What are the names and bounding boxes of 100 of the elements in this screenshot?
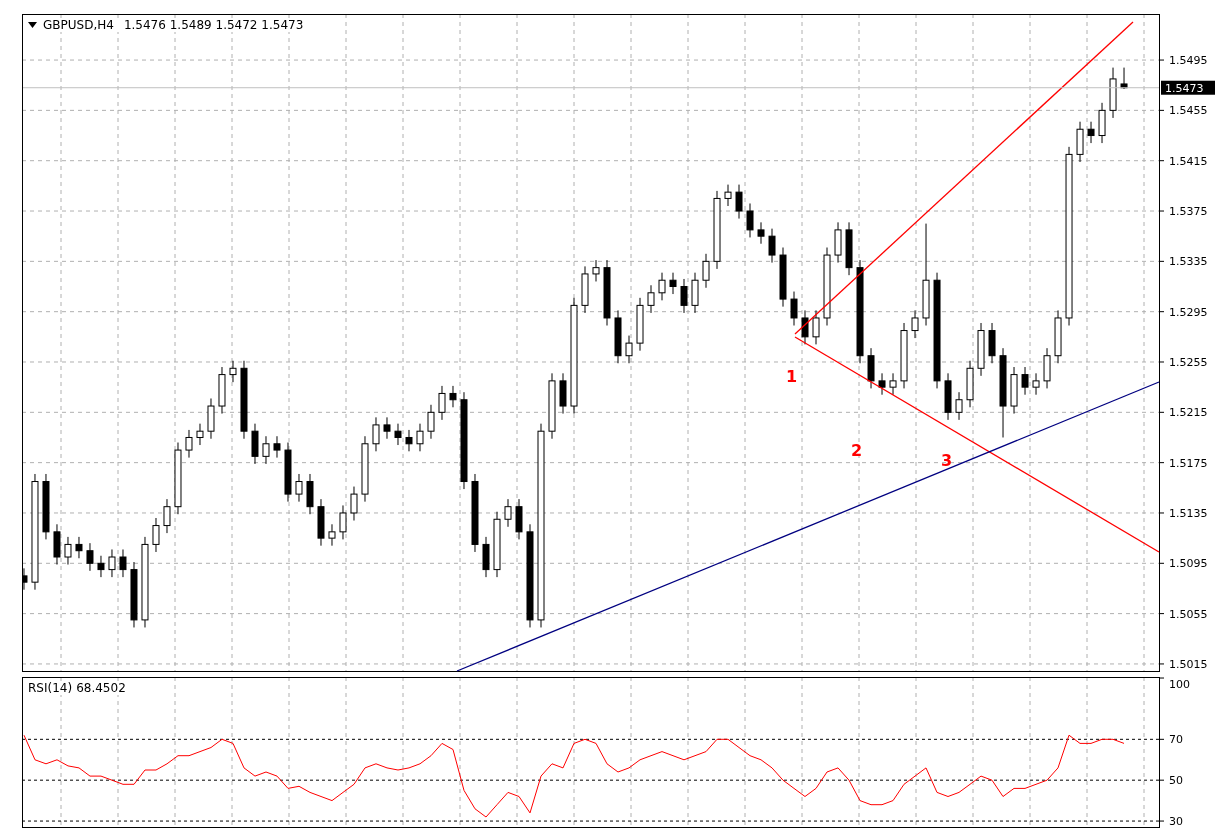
axis-tick-label: 1.5055 (1169, 607, 1208, 621)
indicator-value: 68.4502 (76, 681, 126, 695)
candlestick (625, 335, 633, 364)
candlestick (438, 385, 446, 421)
axis-tick-label: 1.5295 (1169, 305, 1208, 319)
candlestick (75, 536, 83, 559)
candlestick (581, 265, 589, 314)
candlestick (273, 435, 281, 459)
candlestick (735, 184, 743, 220)
candlestick (790, 291, 798, 326)
axis-tick-label: 1.5175 (1169, 456, 1208, 470)
candlestick (658, 272, 666, 301)
current-price-label: 1.5473 (1161, 80, 1215, 95)
candlestick (207, 398, 215, 440)
axis-tick-label: 1.5215 (1169, 406, 1208, 420)
candlestick (97, 555, 105, 578)
candlestick (889, 372, 897, 396)
candlestick (372, 416, 380, 452)
candlestick (482, 536, 490, 578)
dropdown-triangle-icon[interactable] (28, 22, 37, 28)
candlestick (383, 416, 391, 440)
candlestick (251, 423, 259, 465)
candlestick (592, 259, 600, 282)
price-quote: 1.5476 1.5489 1.5472 1.5473 (123, 18, 304, 32)
candlestick (361, 435, 369, 503)
candlestick (295, 473, 303, 503)
candlestick (119, 548, 127, 578)
candlestick (559, 372, 567, 415)
candlestick (42, 473, 50, 540)
candlestick (1120, 67, 1128, 90)
candlestick (427, 404, 435, 440)
candlestick (680, 278, 688, 314)
candlestick (746, 202, 754, 238)
candlestick (977, 322, 985, 377)
candlestick (1098, 102, 1106, 144)
axis-tick-label: 50 (1169, 774, 1183, 788)
axis-tick-label: 1.5135 (1169, 506, 1208, 520)
axis-tick-label: 1.5095 (1169, 557, 1208, 571)
candlestick (22, 567, 28, 591)
candlestick (130, 561, 138, 628)
candlestick (1087, 121, 1095, 144)
axis-tick-label: 1.5495 (1169, 54, 1208, 68)
candlestick (1021, 366, 1029, 396)
candlestick (339, 504, 347, 540)
candlestick (163, 498, 171, 534)
candlestick (911, 309, 919, 339)
candlestick (64, 536, 72, 566)
candlestick (86, 542, 94, 572)
candlestick (306, 473, 314, 515)
candlestick (988, 322, 996, 364)
candlestick (878, 372, 886, 396)
candlestick (350, 486, 358, 521)
candlestick (834, 221, 842, 264)
candlestick (152, 517, 160, 553)
axis-tick-label: 1.5335 (1169, 255, 1208, 269)
candlestick (493, 511, 501, 578)
candlestick (1043, 347, 1051, 389)
candlestick (108, 548, 116, 578)
axis-tick-label: 1.5455 (1169, 104, 1208, 118)
candlestick (801, 309, 809, 345)
candlestick (1076, 121, 1084, 163)
axis-tick-label: 1.5015 (1169, 657, 1208, 671)
candlestick (53, 523, 61, 566)
symbol-label: GBPUSD,H4 (43, 18, 114, 32)
candlestick (262, 435, 270, 465)
candlestick (691, 272, 699, 314)
candlestick (196, 423, 204, 446)
indicator-name: RSI(14) (28, 681, 73, 695)
candlestick (504, 498, 512, 528)
candlestick (284, 442, 292, 503)
candlestick (328, 523, 336, 547)
candlestick (548, 372, 556, 440)
candlestick (812, 309, 820, 345)
candlestick (724, 184, 732, 207)
candlestick (229, 360, 237, 383)
candlestick (669, 272, 677, 295)
axis-tick-label: 1.5255 (1169, 356, 1208, 369)
candlestick (1109, 67, 1117, 119)
candlestick (515, 498, 523, 540)
point-label: 3 (941, 451, 953, 470)
axis-tick-label: 70 (1169, 733, 1183, 747)
axis-tick-label: 1.5415 (1169, 154, 1208, 168)
candlestick (966, 360, 974, 408)
point-label: 1 (786, 367, 798, 386)
candlestick (779, 247, 787, 308)
candlestick (1032, 372, 1040, 396)
candlestick (636, 297, 644, 352)
candlestick (1010, 366, 1018, 415)
candlestick (768, 228, 776, 264)
axis-tick-label: 30 (1169, 815, 1183, 828)
candlestick (845, 221, 853, 276)
candlestick (867, 347, 875, 389)
candlestick (900, 322, 908, 389)
candlestick (317, 498, 325, 547)
candlestick (394, 423, 402, 446)
candlestick (944, 372, 952, 421)
candlestick (955, 391, 963, 421)
candlestick (405, 429, 413, 452)
candlestick (603, 259, 611, 326)
candlestick (1054, 309, 1062, 364)
